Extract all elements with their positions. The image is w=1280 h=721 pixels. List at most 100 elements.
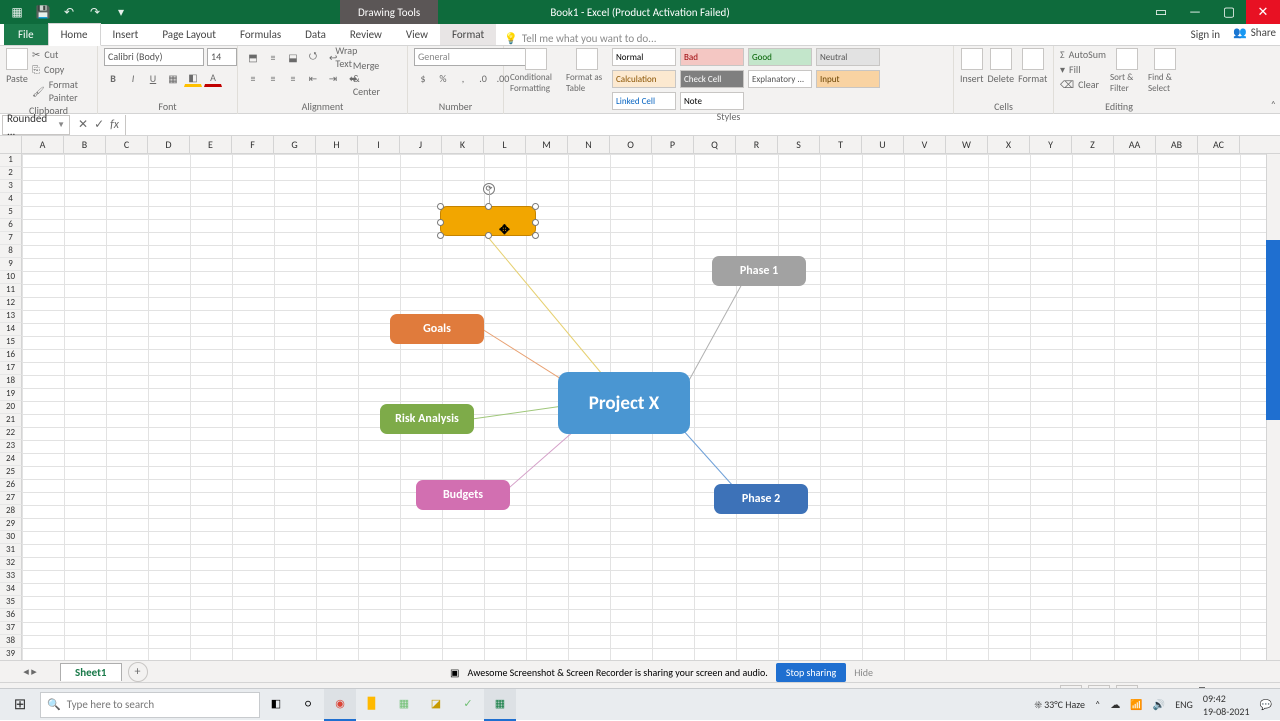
enter-fx-button[interactable]: ✓: [94, 117, 104, 132]
col-T[interactable]: T: [820, 136, 862, 153]
sheet-nav-buttons[interactable]: ◂ ▸: [0, 665, 60, 678]
tray-notifications[interactable]: 💬: [1260, 698, 1272, 711]
currency-button[interactable]: $: [414, 69, 432, 87]
shape-risk-analysis[interactable]: Risk Analysis: [380, 404, 474, 434]
format-painter-button[interactable]: 🖌 Format Painter: [32, 78, 91, 104]
fill-button[interactable]: ▾ Fill: [1060, 63, 1106, 76]
col-Z[interactable]: Z: [1072, 136, 1114, 153]
col-U[interactable]: U: [862, 136, 904, 153]
insert-cells-button[interactable]: Insert: [960, 48, 984, 85]
shape-phase-2[interactable]: Phase 2: [714, 484, 808, 514]
taskbar-chrome[interactable]: ◉: [324, 689, 356, 721]
tray-cloud-icon[interactable]: ☁: [1110, 698, 1120, 711]
find-select-button[interactable]: Find & Select: [1148, 48, 1182, 94]
row-26[interactable]: 26: [0, 479, 22, 492]
fx-button[interactable]: fx: [110, 118, 119, 132]
font-color-button[interactable]: A: [204, 69, 222, 87]
col-M[interactable]: M: [526, 136, 568, 153]
row-33[interactable]: 33: [0, 570, 22, 583]
increase-decimal[interactable]: .0: [474, 69, 492, 87]
col-D[interactable]: D: [148, 136, 190, 153]
ribbon-display-options[interactable]: ▭: [1144, 0, 1178, 24]
tab-insert[interactable]: Insert: [101, 24, 151, 45]
style-normal[interactable]: Normal: [612, 48, 676, 66]
orientation[interactable]: ⭯: [304, 48, 322, 66]
style-good[interactable]: Good: [748, 48, 812, 66]
row-15[interactable]: 15: [0, 336, 22, 349]
col-X[interactable]: X: [988, 136, 1030, 153]
close-button[interactable]: ✕: [1246, 0, 1280, 24]
row-16[interactable]: 16: [0, 349, 22, 362]
tray-language[interactable]: ENG: [1175, 698, 1193, 711]
shape-selected-rounded-rect[interactable]: ⟳ ✥: [440, 206, 536, 236]
col-O[interactable]: O: [610, 136, 652, 153]
merge-center-button[interactable]: ⬌ Merge & Center: [344, 69, 380, 87]
tab-page-layout[interactable]: Page Layout: [150, 24, 228, 45]
taskbar-excel[interactable]: ▦: [484, 689, 516, 721]
style-linked-cell[interactable]: Linked Cell: [612, 92, 676, 110]
italic-button[interactable]: I: [124, 69, 142, 87]
col-I[interactable]: I: [358, 136, 400, 153]
row-3[interactable]: 3: [0, 180, 22, 193]
row-8[interactable]: 8: [0, 245, 22, 258]
row-39[interactable]: 39: [0, 648, 22, 660]
align-top[interactable]: ⬒: [244, 48, 262, 66]
qat-customize[interactable]: ▾: [110, 1, 132, 23]
bold-button[interactable]: B: [104, 69, 122, 87]
resize-handle-n[interactable]: [485, 203, 492, 210]
row-27[interactable]: 27: [0, 492, 22, 505]
taskbar-app-1[interactable]: ▦: [388, 689, 420, 721]
align-bottom[interactable]: ⬓: [284, 48, 302, 66]
align-center[interactable]: ≡: [264, 69, 282, 87]
row-14[interactable]: 14: [0, 323, 22, 336]
row-29[interactable]: 29: [0, 518, 22, 531]
tab-view[interactable]: View: [394, 24, 440, 45]
paste-button[interactable]: Paste: [6, 48, 28, 85]
align-middle[interactable]: ≡: [264, 48, 282, 66]
delete-cells-button[interactable]: Delete: [988, 48, 1015, 85]
row-35[interactable]: 35: [0, 596, 22, 609]
undo-button[interactable]: ↶: [58, 1, 80, 23]
font-name-combo[interactable]: Calibri (Body): [104, 48, 204, 66]
tab-data[interactable]: Data: [293, 24, 338, 45]
restore-button[interactable]: ▢: [1212, 0, 1246, 24]
style-check-cell[interactable]: Check Cell: [680, 70, 744, 88]
col-F[interactable]: F: [232, 136, 274, 153]
resize-handle-e[interactable]: [532, 219, 539, 226]
row-11[interactable]: 11: [0, 284, 22, 297]
style-bad[interactable]: Bad: [680, 48, 744, 66]
start-button[interactable]: ⊞: [0, 689, 40, 721]
row-37[interactable]: 37: [0, 622, 22, 635]
save-button[interactable]: 💾: [32, 1, 54, 23]
row-21[interactable]: 21: [0, 414, 22, 427]
sign-in-link[interactable]: Sign in: [1191, 28, 1220, 41]
worksheet-grid[interactable]: 1234567891011121314151617181920212223242…: [0, 154, 1266, 660]
tray-chevron[interactable]: ˄: [1095, 698, 1100, 711]
cut-button[interactable]: ✂ Cut: [32, 48, 91, 61]
row-23[interactable]: 23: [0, 440, 22, 453]
col-AB[interactable]: AB: [1156, 136, 1198, 153]
row-25[interactable]: 25: [0, 466, 22, 479]
row-28[interactable]: 28: [0, 505, 22, 518]
side-panel-tab[interactable]: [1266, 240, 1280, 420]
fill-color-button[interactable]: ◧: [184, 69, 202, 87]
col-G[interactable]: G: [274, 136, 316, 153]
cell-styles-gallery[interactable]: NormalBadGoodNeutralCalculationCheck Cel…: [612, 48, 947, 110]
border-button[interactable]: ▦: [164, 69, 182, 87]
tray-volume-icon[interactable]: 🔊: [1153, 698, 1165, 711]
style-note[interactable]: Note: [680, 92, 744, 110]
row-10[interactable]: 10: [0, 271, 22, 284]
col-R[interactable]: R: [736, 136, 778, 153]
tab-format[interactable]: Format: [440, 24, 496, 45]
row-5[interactable]: 5: [0, 206, 22, 219]
clear-button[interactable]: ⌫ Clear: [1060, 78, 1106, 91]
tab-file[interactable]: File: [4, 24, 48, 45]
style-input[interactable]: Input: [816, 70, 880, 88]
col-E[interactable]: E: [190, 136, 232, 153]
col-K[interactable]: K: [442, 136, 484, 153]
shape-budgets[interactable]: Budgets: [416, 480, 510, 510]
new-sheet-button[interactable]: +: [128, 662, 148, 682]
tell-me-search[interactable]: 💡 Tell me what you want to do...: [504, 32, 656, 45]
row-22[interactable]: 22: [0, 427, 22, 440]
col-N[interactable]: N: [568, 136, 610, 153]
